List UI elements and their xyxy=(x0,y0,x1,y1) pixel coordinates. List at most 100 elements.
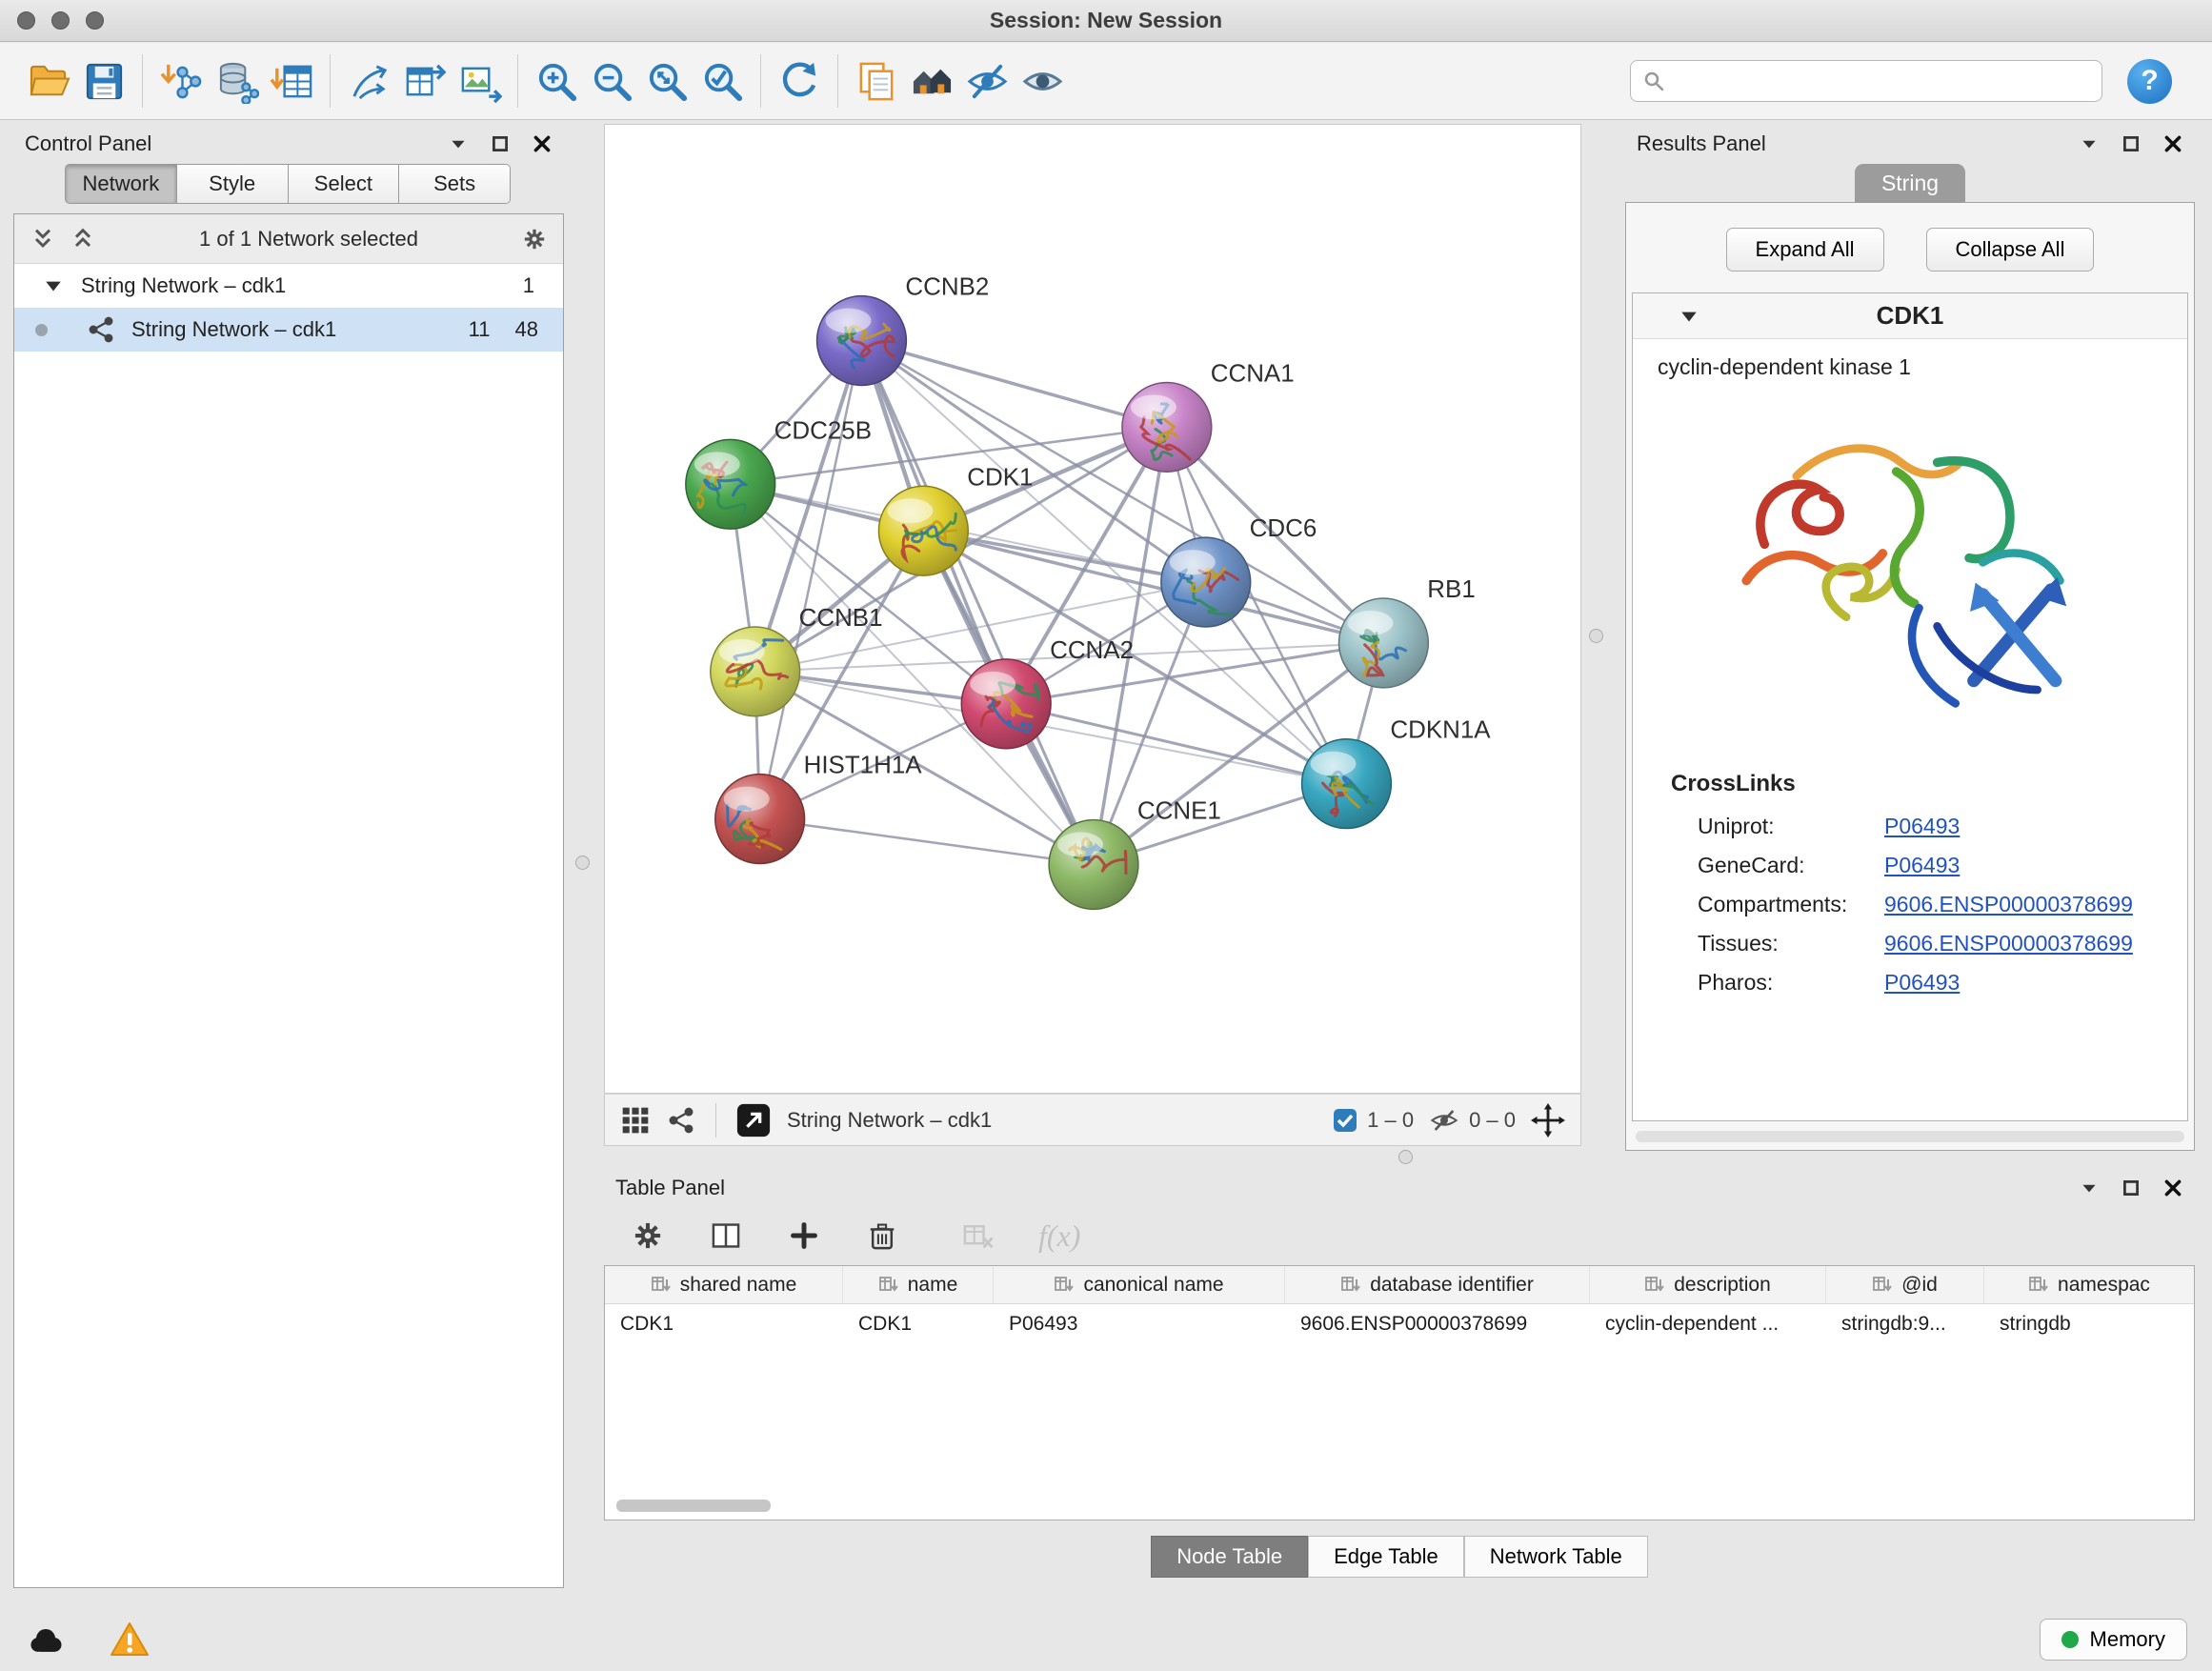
selected-checkbox-icon[interactable] xyxy=(1333,1108,1357,1133)
crosslink-link[interactable]: P06493 xyxy=(1884,814,1960,839)
crosslink-link[interactable]: P06493 xyxy=(1884,853,1960,878)
zoom-selected-button[interactable] xyxy=(694,51,750,111)
copy-document-button[interactable] xyxy=(849,51,904,111)
collapse-all-button[interactable]: Collapse All xyxy=(1926,228,2095,272)
tab-network[interactable]: Network xyxy=(66,165,177,203)
warning-icon[interactable] xyxy=(109,1619,151,1661)
control-panel-resize-grip[interactable] xyxy=(575,856,590,870)
column-header[interactable]: canonical name xyxy=(994,1266,1285,1303)
grid-view-button[interactable] xyxy=(620,1105,651,1136)
tab-string[interactable]: String xyxy=(1855,164,1965,203)
export-network-button[interactable] xyxy=(396,51,452,111)
network-node-rb1[interactable]: RB1 xyxy=(1338,576,1475,688)
float-panel-icon[interactable] xyxy=(490,133,511,154)
close-panel-icon[interactable] xyxy=(2162,1178,2183,1198)
network-node-cdc6[interactable]: CDC6 xyxy=(1161,515,1317,627)
expand-all-button[interactable]: Expand All xyxy=(1726,228,1884,272)
crosslink-link[interactable]: P06493 xyxy=(1884,970,1960,996)
column-header[interactable]: shared name xyxy=(605,1266,843,1303)
fit-content-button[interactable] xyxy=(1531,1103,1565,1137)
crosslink-link[interactable]: 9606.ENSP00000378699 xyxy=(1884,892,2133,917)
column-header[interactable]: namespac xyxy=(1984,1266,2194,1303)
apply-layout-button[interactable] xyxy=(772,51,827,111)
network-node-ccna1[interactable]: CCNA1 xyxy=(1122,360,1295,472)
close-panel-icon[interactable] xyxy=(532,133,553,154)
cloud-icon[interactable] xyxy=(25,1619,67,1661)
import-table-from-file-button[interactable] xyxy=(264,51,319,111)
add-column-button[interactable] xyxy=(787,1218,821,1253)
close-panel-icon[interactable] xyxy=(2162,133,2183,154)
panel-menu-icon[interactable] xyxy=(448,133,469,154)
tab-sets[interactable]: Sets xyxy=(399,165,510,203)
crosslink-link[interactable]: 9606.ENSP00000378699 xyxy=(1884,931,2133,956)
open-session-button[interactable] xyxy=(21,51,76,111)
panel-menu-icon[interactable] xyxy=(2079,1178,2100,1198)
help-button[interactable]: ? xyxy=(2127,59,2172,104)
node-details-header[interactable]: CDK1 xyxy=(1633,293,2187,339)
gear-icon[interactable] xyxy=(521,226,548,252)
crosshair-icon xyxy=(1531,1103,1565,1137)
close-window-button[interactable] xyxy=(17,11,35,30)
network-view-button[interactable] xyxy=(666,1105,696,1136)
crosslink-row: GeneCard: P06493 xyxy=(1633,846,2187,885)
node-details-card: CDK1 cyclin-dependent kinase 1 xyxy=(1632,292,2188,1121)
tab-network-table[interactable]: Network Table xyxy=(1464,1536,1648,1578)
float-panel-icon[interactable] xyxy=(2121,133,2142,154)
network-node-ccnb1[interactable]: CCNB1 xyxy=(711,605,883,716)
network-view-toolbar: String Network – cdk1 1 – 0 0 – 0 xyxy=(604,1094,1581,1146)
float-panel-icon[interactable] xyxy=(2121,1178,2142,1198)
tab-select[interactable]: Select xyxy=(289,165,400,203)
panel-menu-icon[interactable] xyxy=(2079,133,2100,154)
table-settings-button[interactable] xyxy=(631,1218,665,1253)
zoom-out-button[interactable] xyxy=(584,51,639,111)
import-network-from-file-button[interactable] xyxy=(153,51,209,111)
network-node-hist1h1a[interactable]: HIST1H1A xyxy=(715,753,922,864)
column-header[interactable]: description xyxy=(1590,1266,1826,1303)
disclosure-triangle-icon[interactable] xyxy=(1679,306,1699,327)
expand-all-icon[interactable] xyxy=(70,226,96,252)
horizontal-scrollbar[interactable] xyxy=(616,1500,771,1512)
cell-database-identifier: 9606.ENSP00000378699 xyxy=(1285,1313,1590,1336)
memory-button[interactable]: Memory xyxy=(2040,1619,2187,1661)
tab-node-table[interactable]: Node Table xyxy=(1151,1536,1308,1578)
home-button[interactable] xyxy=(904,51,959,111)
results-panel-resize-grip[interactable] xyxy=(1589,629,1603,643)
disclosure-triangle-icon[interactable] xyxy=(43,275,64,296)
column-header[interactable]: @id xyxy=(1826,1266,1984,1303)
tab-style[interactable]: Style xyxy=(177,165,289,203)
network-graph[interactable]: CCNB2CCNA1CDC25BCDK1CDC6RB1CCNB1CCNA2CDK… xyxy=(605,125,1580,1093)
table-panel-resize-grip[interactable] xyxy=(1398,1150,1413,1164)
table-toolbar: f(x) xyxy=(604,1208,2195,1263)
crosslink-label: Uniprot: xyxy=(1698,814,1884,839)
hide-graphics-details-button[interactable] xyxy=(959,51,1015,111)
delete-column-button[interactable] xyxy=(865,1218,899,1253)
collapse-all-icon[interactable] xyxy=(30,226,56,252)
sort-icon xyxy=(651,1275,672,1296)
share-network-icon xyxy=(666,1105,696,1136)
show-graphics-details-button[interactable] xyxy=(1015,51,1070,111)
node-label: CCNB1 xyxy=(799,605,883,632)
column-header[interactable]: name xyxy=(843,1266,994,1303)
column-header[interactable]: database identifier xyxy=(1285,1266,1590,1303)
hidden-eye-slash-icon[interactable] xyxy=(1429,1105,1459,1136)
detach-view-button[interactable] xyxy=(735,1102,772,1138)
show-columns-button[interactable] xyxy=(709,1218,743,1253)
network-node-cdkn1a[interactable]: CDKN1A xyxy=(1302,717,1492,829)
export-image-button[interactable] xyxy=(452,51,507,111)
network-node-ccne1[interactable]: CCNE1 xyxy=(1049,798,1221,910)
node-table[interactable]: shared name name canonical name database… xyxy=(604,1265,2195,1520)
save-session-button[interactable] xyxy=(76,51,131,111)
new-network-from-selection-button[interactable] xyxy=(341,51,396,111)
network-collection-row[interactable]: String Network – cdk1 1 xyxy=(14,264,563,308)
minimize-window-button[interactable] xyxy=(51,11,70,30)
zoom-in-button[interactable] xyxy=(529,51,584,111)
table-row[interactable]: CDK1 CDK1 P06493 9606.ENSP00000378699 cy… xyxy=(605,1304,2194,1344)
import-network-from-database-button[interactable] xyxy=(209,51,264,111)
zoom-window-button[interactable] xyxy=(86,11,104,30)
results-scrollbar[interactable] xyxy=(1636,1131,2184,1142)
tab-edge-table[interactable]: Edge Table xyxy=(1308,1536,1464,1578)
network-canvas[interactable]: CCNB2CCNA1CDC25BCDK1CDC6RB1CCNB1CCNA2CDK… xyxy=(604,124,1581,1094)
search-input[interactable] xyxy=(1673,69,2090,93)
zoom-fit-button[interactable] xyxy=(639,51,694,111)
network-row[interactable]: String Network – cdk1 11 48 xyxy=(14,308,563,352)
